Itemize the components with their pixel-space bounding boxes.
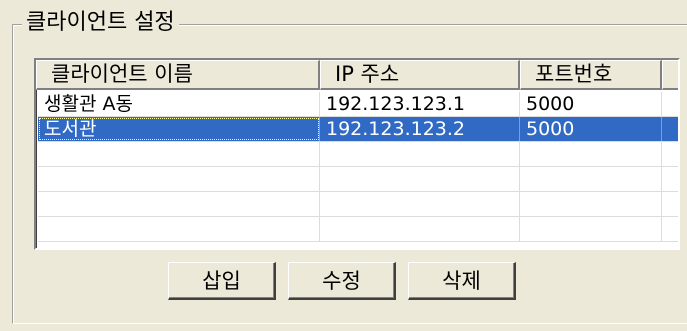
empty-cell <box>320 142 520 166</box>
column-header-client-name[interactable]: 클라이언트 이름 <box>36 60 320 90</box>
edit-button[interactable]: 수정 <box>288 262 396 300</box>
cell-port: 5000 <box>520 92 662 116</box>
column-header-port-number[interactable]: 포트번호 <box>520 60 662 90</box>
empty-row <box>38 142 678 167</box>
empty-cell <box>320 167 520 191</box>
table-row[interactable]: 생활관 A동 192.123.123.1 5000 <box>38 92 678 117</box>
column-header-filler <box>662 60 678 90</box>
empty-cell <box>320 192 520 216</box>
cell-port: 5000 <box>520 117 662 141</box>
empty-cell <box>38 167 320 191</box>
cell-ip-address: 192.123.123.2 <box>320 117 520 141</box>
empty-cell <box>520 142 662 166</box>
cell-ip-address: 192.123.123.1 <box>320 92 520 116</box>
empty-row <box>38 167 678 192</box>
cell-client-name: 도서관 <box>38 117 320 141</box>
empty-row <box>38 217 678 242</box>
empty-cell <box>320 217 520 241</box>
empty-cell <box>520 192 662 216</box>
insert-button[interactable]: 삽입 <box>168 262 276 300</box>
empty-cell <box>520 217 662 241</box>
cell-client-name: 생활관 A동 <box>38 92 320 116</box>
empty-cell <box>38 217 320 241</box>
column-header-ip-address[interactable]: IP 주소 <box>320 60 520 90</box>
empty-cell <box>38 192 320 216</box>
groupbox-title: 클라이언트 설정 <box>22 8 179 38</box>
table-row-selected[interactable]: 도서관 192.123.123.2 5000 <box>38 117 678 142</box>
delete-button[interactable]: 삭제 <box>408 262 516 300</box>
client-list[interactable]: 클라이언트 이름 IP 주소 포트번호 생활관 A동 192.123.123.1… <box>34 58 680 250</box>
empty-cell <box>38 142 320 166</box>
empty-cell <box>520 167 662 191</box>
empty-row <box>38 192 678 217</box>
